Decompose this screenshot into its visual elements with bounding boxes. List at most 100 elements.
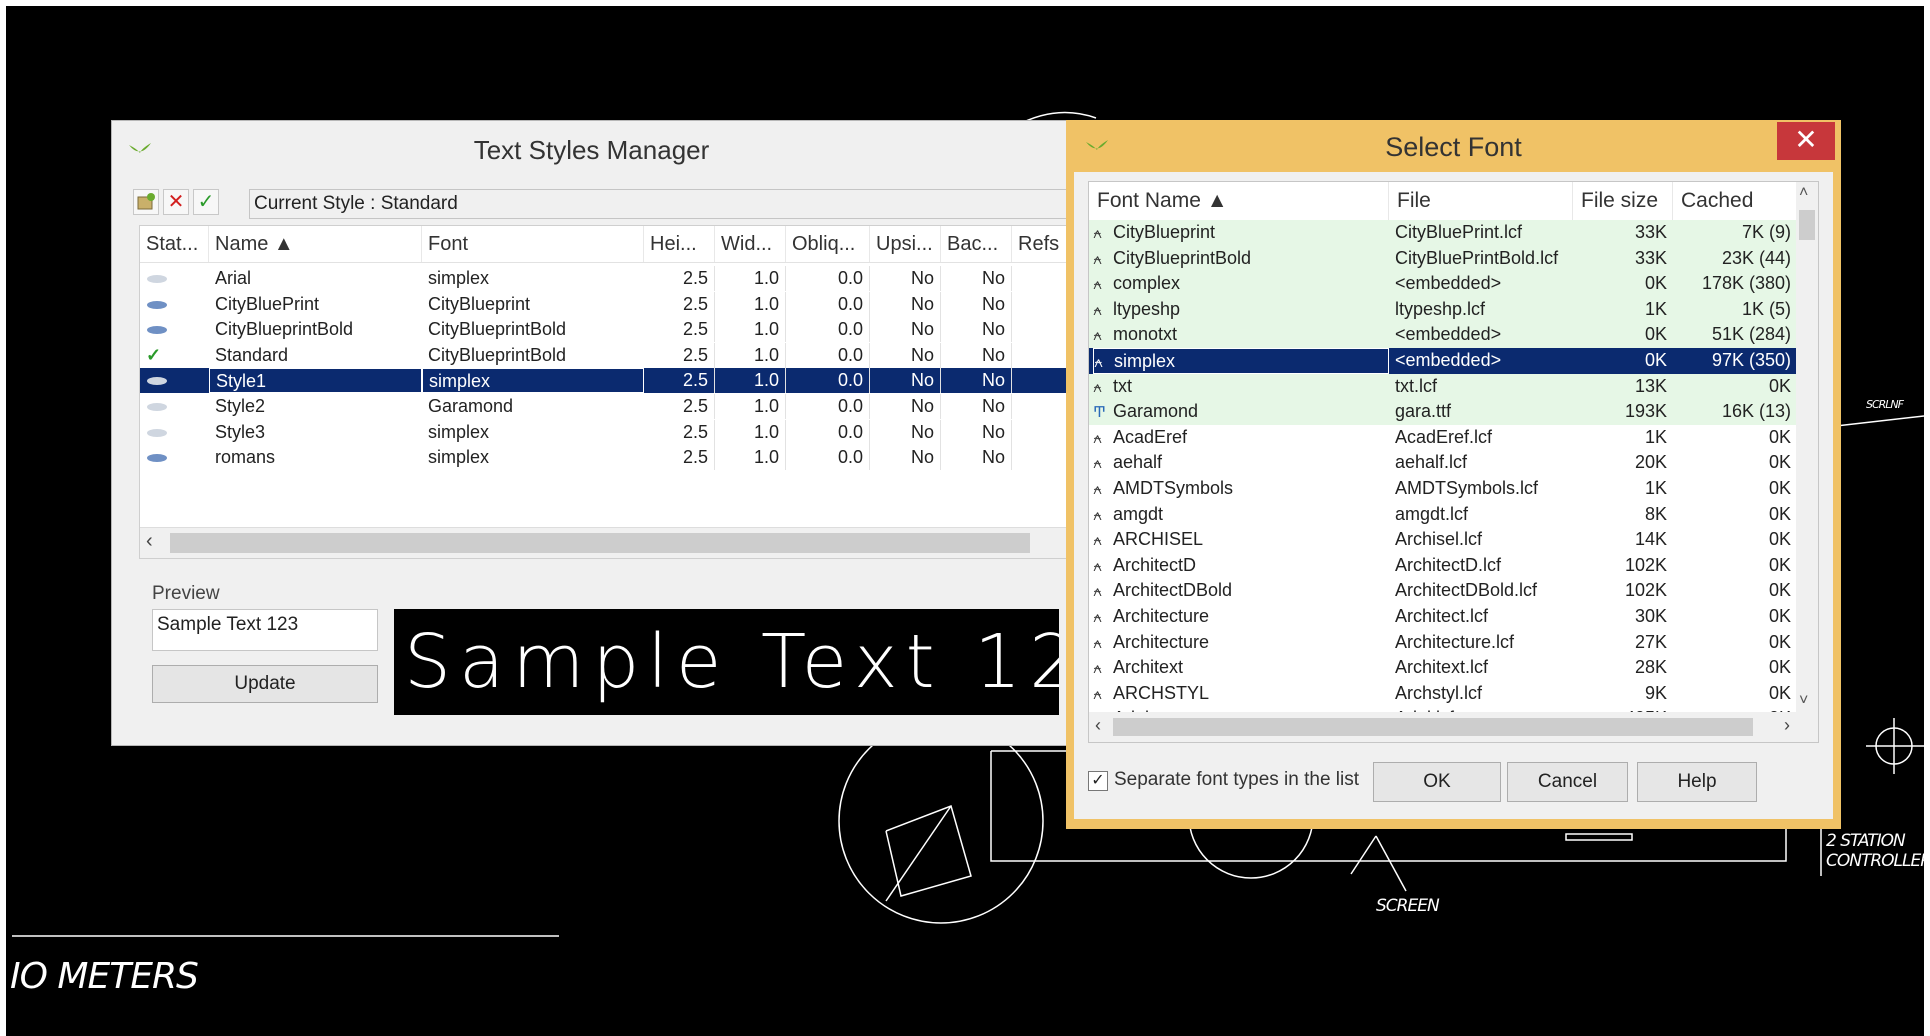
style-cell-oblique: 0.0 bbox=[786, 419, 870, 445]
style-cell-oblique: 0.0 bbox=[786, 317, 870, 343]
col-upside[interactable]: Upsi... bbox=[870, 226, 941, 262]
font-cached-cell: 178K (380) bbox=[1701, 273, 1791, 294]
font-row[interactable]: ⍲ ARCHISEL Archisel.lcf 14K 0K bbox=[1089, 527, 1797, 553]
text-styles-manager-dialog: Text Styles Manager ✕ ✓ Current Style : … bbox=[111, 120, 1073, 746]
hscroll-thumb[interactable] bbox=[1113, 718, 1753, 736]
font-row[interactable]: ⍲ CityBlueprintBold CityBluePrintBold.lcf 3… bbox=[1089, 245, 1797, 272]
col-font-name[interactable]: Font Name ▲ bbox=[1089, 182, 1389, 220]
font-row[interactable]: ⍲ Architecture Architecture.lcf 27K 0K bbox=[1089, 630, 1797, 656]
col-file[interactable]: File bbox=[1389, 182, 1573, 220]
font-list-hscrollbar[interactable]: ‹ › bbox=[1089, 712, 1818, 742]
col-oblique[interactable]: Obliq... bbox=[786, 226, 870, 262]
sf-title-bar[interactable]: Select Font ✕ bbox=[1066, 120, 1841, 170]
cancel-button[interactable]: Cancel bbox=[1507, 762, 1628, 802]
close-button[interactable]: ✕ bbox=[1777, 122, 1835, 160]
style-cell-width: 1.0 bbox=[715, 266, 786, 291]
tsm-title-bar[interactable]: Text Styles Manager bbox=[112, 121, 1071, 173]
col-name[interactable]: Name ▲ bbox=[209, 226, 422, 262]
style-cell-font: CityBlueprint bbox=[428, 293, 531, 314]
font-name-text: Architecture bbox=[1113, 631, 1210, 652]
font-row[interactable]: ⍲ Architecture Architect.lcf 30K 0K bbox=[1089, 604, 1797, 630]
font-row[interactable]: ⍲ AcadEref AcadEref.lcf 1K 0K bbox=[1089, 425, 1797, 451]
style-cell-name: Standard bbox=[215, 344, 289, 365]
font-row[interactable]: ⍲ ltypeshp ltypeshp.lcf 1K 1K (5) bbox=[1089, 296, 1797, 323]
style-row[interactable]: Style3 simplex 2.5 1.0 0.0 No No bbox=[140, 419, 1073, 445]
scroll-left-icon[interactable]: ‹ bbox=[1095, 715, 1101, 736]
font-cached-cell: 0K bbox=[1768, 452, 1791, 473]
scroll-right-icon[interactable]: › bbox=[1784, 715, 1790, 736]
col-height[interactable]: Hei... bbox=[644, 226, 715, 262]
font-row[interactable]: ⍲ CityBlueprint CityBluePrint.lcf 33K 7K (9) bbox=[1089, 220, 1797, 246]
preview-text-input[interactable]: Sample Text 123 bbox=[152, 609, 378, 651]
style-cell-name: CityBlueprintBold bbox=[215, 319, 354, 340]
style-cell-upside: No bbox=[870, 291, 941, 317]
col-file-size[interactable]: File size bbox=[1573, 182, 1673, 220]
style-cell-upside: No bbox=[870, 394, 941, 419]
delete-style-button[interactable]: ✕ bbox=[163, 189, 189, 215]
font-row[interactable]: ⍲ monotxt <embedded> 0K 51K (284) bbox=[1089, 322, 1797, 348]
font-row[interactable]: ⍲ txt txt.lcf 13K 0K bbox=[1089, 373, 1797, 400]
style-cell-width: 1.0 bbox=[715, 445, 786, 471]
shx-font-icon: ⍲ bbox=[1093, 429, 1103, 447]
controller-label-line2: CONTROLLER bbox=[1826, 851, 1924, 871]
set-current-button[interactable]: ✓ bbox=[193, 189, 219, 215]
font-file-cell: amgdt.lcf bbox=[1395, 503, 1469, 524]
styles-grid[interactable]: Stat... Name ▲ Font Hei... Wid... Obliq.… bbox=[139, 225, 1073, 559]
separate-font-types-checkbox[interactable]: ✓ bbox=[1088, 771, 1108, 791]
font-row[interactable]: ⍲ complex <embedded> 0K 178K (380) bbox=[1089, 271, 1797, 297]
font-row[interactable]: ⍲ aehalf aehalf.lcf 20K 0K bbox=[1089, 450, 1797, 476]
col-backwards[interactable]: Bac... bbox=[941, 226, 1012, 262]
font-row[interactable]: ⍲ AMDTSymbols AMDTSymbols.lcf 1K 0K bbox=[1089, 476, 1797, 502]
font-name-text: simplex bbox=[1114, 351, 1176, 371]
font-row[interactable]: ⍲ amgdt amgdt.lcf 8K 0K bbox=[1089, 502, 1797, 528]
font-cached-cell: 0K bbox=[1768, 375, 1791, 396]
font-size-cell: 14K bbox=[1634, 529, 1667, 550]
font-row[interactable]: ⍲ ARCHSTYL Archstyl.lcf 9K 0K bbox=[1089, 681, 1797, 707]
font-row[interactable]: ⍲ ArchitectDBold ArchitectDBold.lcf 102K 0K bbox=[1089, 578, 1797, 604]
font-row[interactable]: ⍲ Architext Architext.lcf 28K 0K bbox=[1089, 655, 1797, 681]
font-row[interactable]: ⍲ simplex <embedded> 0K 97K (350) bbox=[1089, 348, 1797, 374]
scroll-left-icon[interactable]: ‹ bbox=[146, 530, 153, 553]
new-style-button[interactable] bbox=[133, 189, 159, 215]
col-status[interactable]: Stat... bbox=[140, 226, 209, 262]
help-button[interactable]: Help bbox=[1637, 762, 1757, 802]
vscroll-thumb[interactable] bbox=[1799, 210, 1815, 240]
font-row[interactable]: Ͳ Garamond gara.ttf 193K 16K (13) bbox=[1089, 399, 1797, 425]
check-icon: ✓ bbox=[197, 191, 215, 213]
separate-font-types-label[interactable]: Separate font types in the list bbox=[1114, 769, 1359, 791]
style-row[interactable]: romans simplex 2.5 1.0 0.0 No No bbox=[140, 445, 1073, 471]
scroll-down-icon[interactable]: ˅ bbox=[1799, 692, 1808, 710]
font-list-vscrollbar[interactable]: ˄ ˅ bbox=[1796, 182, 1818, 714]
col-refs[interactable]: Refs bbox=[1012, 226, 1073, 262]
shx-font-icon: ⍲ bbox=[1093, 532, 1103, 550]
shx-font-icon: ⍲ bbox=[1093, 250, 1103, 268]
update-button[interactable]: Update bbox=[152, 665, 378, 703]
ok-button[interactable]: OK bbox=[1373, 762, 1501, 802]
style-cell-name: Arial bbox=[215, 268, 252, 288]
font-list[interactable]: Font Name ▲ File File size Cached ⍲ CityB… bbox=[1088, 181, 1819, 743]
style-row[interactable]: ✓ Standard CityBlueprintBold 2.5 1.0 0.0 No No bbox=[140, 342, 1073, 368]
style-cell-height: 2.5 bbox=[644, 394, 715, 419]
style-row[interactable]: Style1 simplex 2.5 1.0 0.0 No No bbox=[140, 368, 1073, 394]
style-row[interactable]: Style2 Garamond 2.5 1.0 0.0 No No bbox=[140, 394, 1073, 419]
style-cell-height: 2.5 bbox=[644, 342, 715, 368]
font-name-cell: ⍲ ltypeshp bbox=[1093, 297, 1389, 323]
col-cached[interactable]: Cached bbox=[1673, 182, 1797, 220]
style-cell-back: No bbox=[941, 291, 1012, 317]
styles-grid-hscrollbar[interactable]: ‹ bbox=[140, 527, 1073, 558]
col-width[interactable]: Wid... bbox=[715, 226, 786, 262]
font-row[interactable]: ⍲ ArchitectD ArchitectD.lcf 102K 0K bbox=[1089, 553, 1797, 579]
font-cached-cell: 0K bbox=[1768, 478, 1791, 498]
style-cell-upside: No bbox=[870, 419, 941, 445]
style-cell-upside: No bbox=[870, 445, 941, 471]
style-row[interactable]: CityBlueprintBold CityBlueprintBold 2.5 1.0… bbox=[140, 317, 1073, 343]
style-row[interactable]: Arial simplex 2.5 1.0 0.0 No No bbox=[140, 266, 1073, 291]
scroll-thumb[interactable] bbox=[170, 533, 1030, 553]
scroll-up-icon[interactable]: ˄ bbox=[1799, 184, 1808, 202]
font-size-cell: 9K bbox=[1644, 682, 1667, 703]
font-size-cell: 102K bbox=[1624, 580, 1667, 601]
preview-render-text: Sample Text 123 bbox=[404, 619, 1059, 705]
font-cached-cell: 0K bbox=[1768, 606, 1791, 626]
style-row[interactable]: CityBluePrint CityBlueprint 2.5 1.0 0.0 No No bbox=[140, 291, 1073, 317]
col-font[interactable]: Font bbox=[422, 226, 644, 262]
